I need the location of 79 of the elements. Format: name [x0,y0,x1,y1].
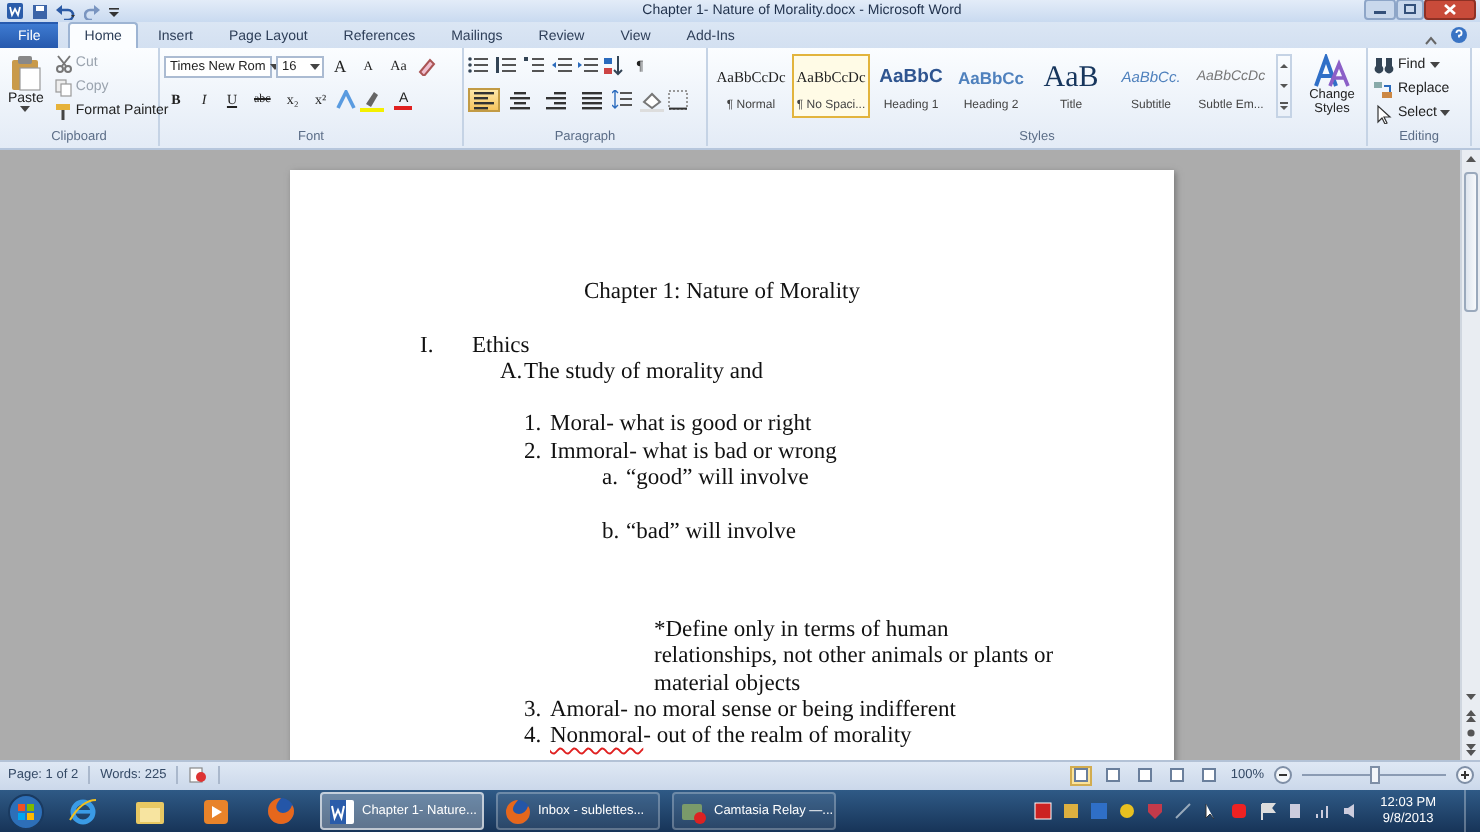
list-marker: A. [500,359,524,387]
view-button[interactable] [1070,765,1093,785]
collapse-ribbon-icon [1424,34,1438,48]
shading-icon [640,89,664,111]
sort-icon [604,56,624,76]
app-icon [1230,802,1249,820]
proofing-icon [188,766,209,784]
document-title: Chapter 1: Nature of Morality [582,280,862,307]
customize-caret-icon [108,3,120,19]
paintbrush-icon [53,101,72,121]
multilevel-list-icon [524,56,548,76]
justify-button[interactable] [576,88,608,112]
view-button[interactable] [1102,765,1125,785]
clipboard-icon [9,54,42,92]
decrease-indent-icon [552,56,574,76]
align-lines-icon [510,91,530,109]
align-left-button[interactable] [468,88,500,112]
styles-letters-icon [1314,54,1350,88]
media-player-icon [202,797,230,825]
list-marker: 3. [524,697,544,725]
align-right-button[interactable] [540,88,572,112]
center-button[interactable] [504,88,536,112]
list-marker: 2. [524,439,544,467]
network-bars-icon [1314,802,1333,820]
list-marker: a. [602,466,620,493]
align-lines-icon [546,91,566,109]
align-lines-icon [474,91,494,109]
note-text: *Define only in terms of human relationships, not other animals or plants or material objects [654,617,1056,698]
page-view-icon [1138,768,1153,782]
list-item-text: “bad” will involve [626,519,796,546]
clear-formatting-icon [416,56,437,76]
word-icon [6,2,24,20]
page-view-icon [1170,768,1185,782]
page-view-icon [1106,768,1121,782]
list-item-text: Nonmoral- out of the realm of morality [550,724,912,751]
bullets-icon [468,56,492,76]
undo-icon [56,3,76,19]
list-item-text: Amoral- no moral sense or being indifferent [550,697,956,725]
page-view-icon [1074,768,1089,782]
scrollbar-thumb[interactable] [1464,172,1478,312]
page-view-icon [1202,768,1217,782]
cursor-icon [1374,103,1394,123]
firefox-icon [504,797,532,825]
line-spacing-icon [612,90,636,110]
align-lines-icon [582,91,602,109]
list-item-text: Immoral- what is bad or wrong [550,439,837,467]
list-marker: 4. [524,724,544,751]
flag-icon [1258,802,1277,820]
binoculars-icon [1374,55,1394,75]
list-item-text: Moral- what is good or right [550,412,812,440]
increase-indent-icon [578,56,600,76]
copy-icon [53,77,72,97]
numbering-icon [496,56,520,76]
save-icon [32,3,48,19]
highlighter-icon [360,89,385,111]
list-marker: 1. [524,412,544,440]
word-app-icon [328,797,356,825]
firefox-icon [266,796,296,826]
list-item-text: “good” will involve [626,466,809,493]
view-button[interactable] [1198,765,1221,785]
text-effects-icon [336,90,357,110]
zoom-slider-thumb[interactable] [1370,766,1380,784]
list-item-text: The study of morality and [524,359,763,387]
grow-font-button[interactable]: A [328,54,353,78]
previous-page-icon [1462,706,1480,724]
browser-e-icon [68,796,98,826]
view-button[interactable] [1166,765,1189,785]
list-item-text: Ethics [472,333,530,360]
list-marker: I. [420,333,436,360]
shield-icon [1146,802,1165,820]
borders-icon [668,90,690,110]
folder-icon [134,797,166,825]
view-button[interactable] [1134,765,1157,785]
help-icon [1450,26,1468,44]
list-marker: b. [602,519,622,546]
scissors-icon [53,53,72,73]
more-styles-icon [1278,96,1290,116]
replace-icon [1374,79,1394,99]
redo-icon [84,3,100,19]
